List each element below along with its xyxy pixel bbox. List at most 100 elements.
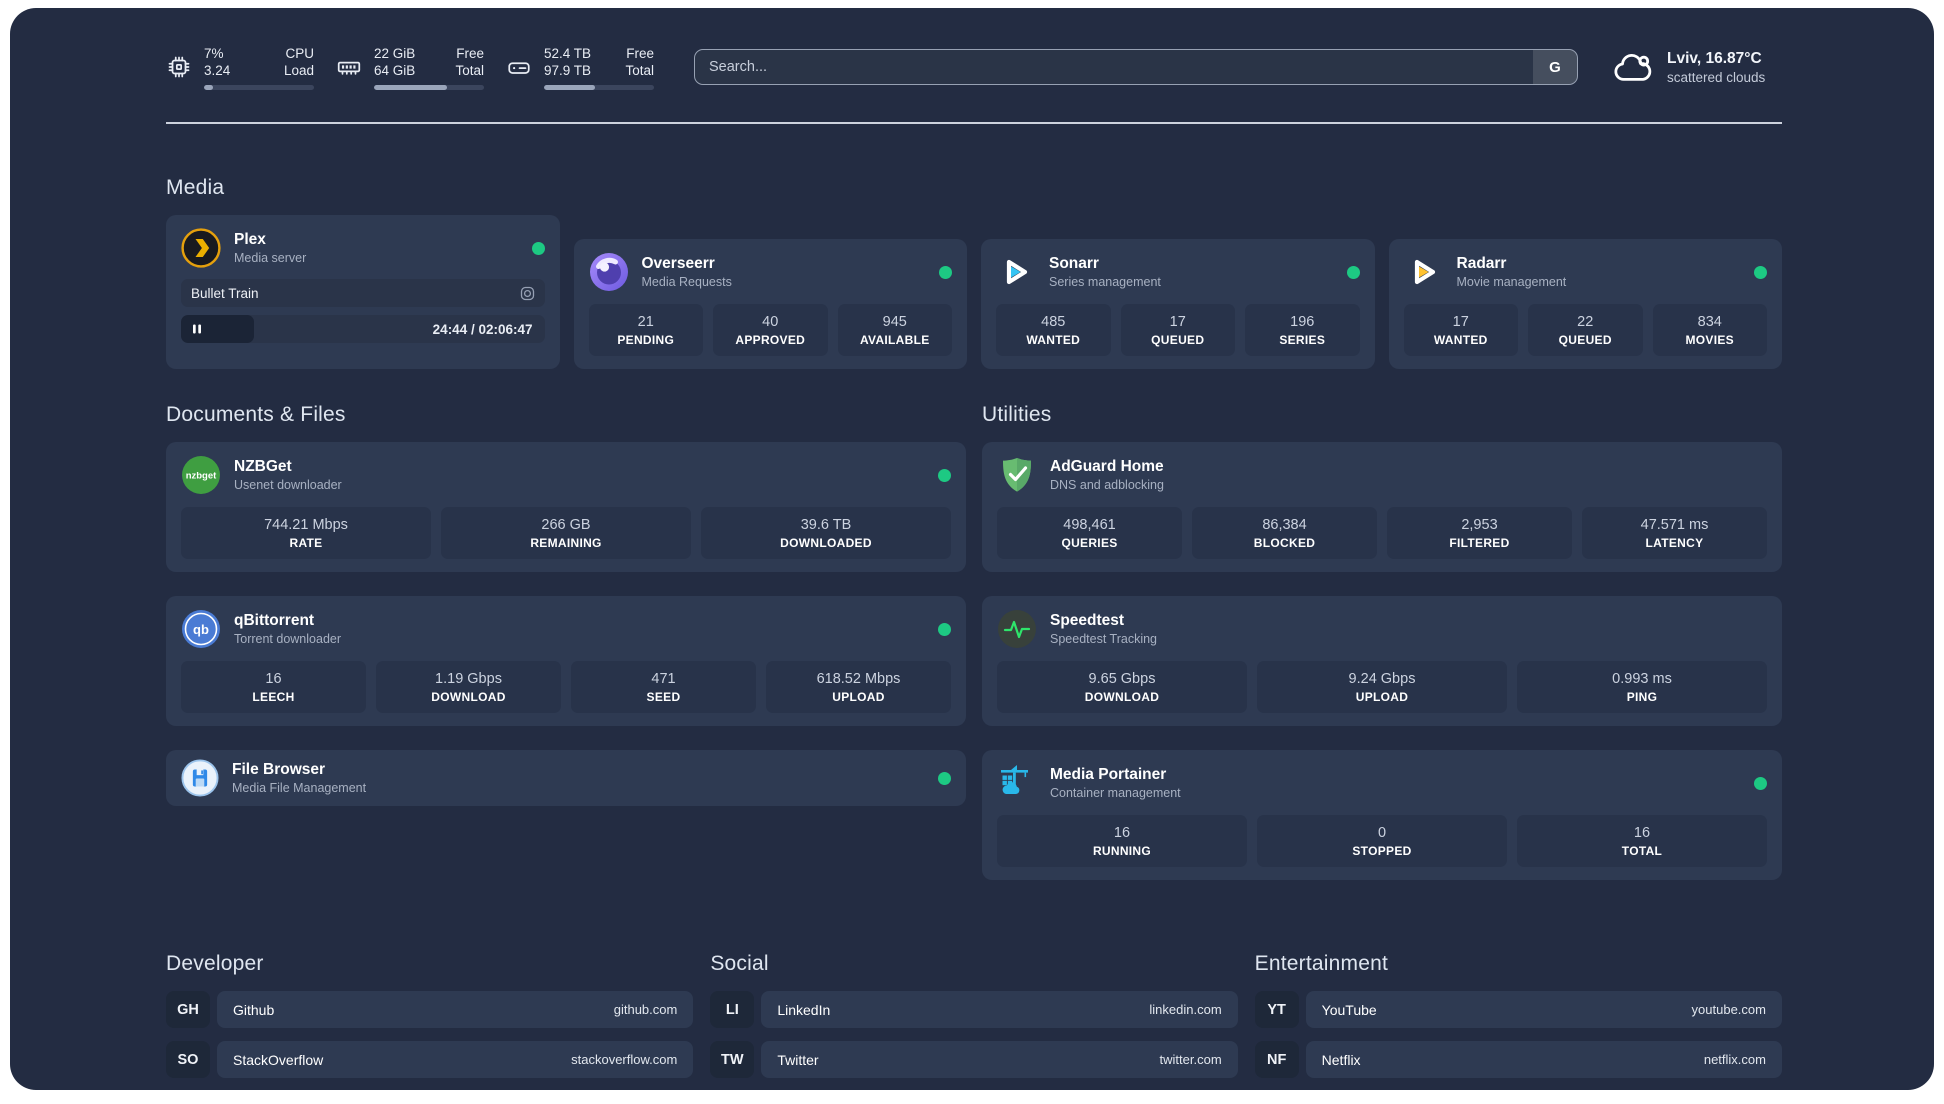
link-url: netflix.com [1703, 1052, 1766, 1067]
stat-wanted: 485 WANTED [996, 304, 1111, 356]
filebrowser-icon [181, 759, 219, 797]
disk-icon [506, 54, 532, 80]
stat-label: SERIES [1279, 333, 1326, 347]
media-player: Bullet Train 24:44 / 02:06:47 [181, 279, 545, 343]
links-section-social: Social LI LinkedIn linkedin.com TW Twitter twi… [710, 952, 1238, 1090]
stat-label: CPU [285, 45, 314, 61]
stat-latency: 47.571 ms LATENCY [1582, 507, 1767, 559]
app-card-speedtest[interactable]: Speedtest Speedtest Tracking 9.65 Gbps DOWN… [982, 596, 1782, 726]
link-name: StackOverflow [233, 1051, 324, 1068]
link-stackoverflow[interactable]: SO StackOverflow stackoverflow.com [166, 1041, 694, 1078]
playback-time: 24:44 / 02:06:47 [432, 321, 533, 337]
stat-label: Load [283, 62, 314, 78]
app-card-nzbget[interactable]: nzbget NZBGet Usenet downloader 744.21 Mbps… [166, 442, 966, 572]
stat-rate: 744.21 Mbps RATE [181, 507, 431, 559]
app-subtitle: Series management [1049, 275, 1161, 289]
stat-value: 16 [265, 671, 282, 687]
svg-text:nzbget: nzbget [186, 471, 217, 482]
link-abbreviation: TW [710, 1041, 755, 1078]
app-card-portainer[interactable]: Media Portainer Container management 16 RUN… [982, 750, 1782, 880]
overseerr-icon [589, 252, 629, 292]
search-input[interactable] [695, 50, 1533, 84]
stat-approved: 40 APPROVED [713, 304, 828, 356]
app-name: Radarr [1456, 255, 1507, 272]
stat-value: 52.4 TB [544, 45, 592, 61]
app-subtitle: Usenet downloader [234, 478, 342, 492]
stat-label: AVAILABLE [859, 333, 930, 347]
app-name: qBittorrent [234, 612, 315, 629]
stat-filtered: 2,953 FILTERED [1387, 507, 1572, 559]
stat-value: 744.21 Mbps [264, 517, 348, 533]
link-url: youtube.com [1691, 1002, 1766, 1017]
pause-icon[interactable] [191, 323, 203, 335]
stat-value: 22 GiB [374, 45, 416, 61]
system-stat-storage: 52.4 TB 97.9 TB Free Total [506, 45, 654, 90]
app-card-sonarr[interactable]: Sonarr Series management 485 WANTED 17 QUEUED… [981, 239, 1375, 369]
status-online-dot [938, 771, 951, 785]
stat-wanted: 17 WANTED [1403, 304, 1518, 356]
link-url: linkedin.com [1149, 1002, 1222, 1017]
app-card-radarr[interactable]: Radarr Movie management 17 WANTED 22 QUEUED 83… [1388, 239, 1782, 369]
app-name: Sonarr [1049, 255, 1099, 272]
stat-value: 21 [637, 314, 654, 330]
stat-value: 97.9 TB [544, 62, 592, 78]
stat-label: BLOCKED [1253, 536, 1316, 550]
stat-value: 47.571 ms [1640, 517, 1709, 533]
app-subtitle: DNS and adblocking [1050, 478, 1164, 492]
link-name: Github [233, 1001, 275, 1018]
search-provider-button[interactable]: G [1533, 50, 1577, 84]
app-card-qbittorrent[interactable]: qb qBittorrent Torrent downloader 16 LEECH 1.… [166, 596, 966, 726]
link-name: YouTube [1321, 1001, 1377, 1018]
stat-value: 39.6 TB [800, 517, 852, 533]
link-abbreviation: YT [1254, 991, 1299, 1028]
stat-label: Free [456, 45, 484, 61]
stat-label: REMAINING [530, 536, 602, 550]
stat-label: MOVIES [1685, 333, 1734, 347]
app-card-plex[interactable]: Plex Media server Bullet Train 24:44 / 02:0… [166, 215, 560, 369]
stat-remaining: 266 GB REMAINING [441, 507, 691, 559]
status-online-dot [1754, 776, 1767, 790]
stat-download: 9.65 Gbps DOWNLOAD [997, 661, 1247, 713]
stat-pending: 21 PENDING [588, 304, 703, 356]
stat-value: 40 [762, 314, 779, 330]
stat-label: DOWNLOADED [780, 536, 872, 550]
stat-stopped: 0 STOPPED [1257, 815, 1507, 867]
stat-value: 2,953 [1461, 517, 1498, 533]
stat-value: 3.24 [204, 62, 231, 78]
link-netflix[interactable]: NF Netflix netflix.com [1254, 1041, 1782, 1078]
progress-bar [204, 84, 314, 90]
stat-value: 86,384 [1262, 517, 1307, 533]
link-github[interactable]: GH Github github.com [166, 991, 694, 1028]
app-card-overseerr[interactable]: Overseerr Media Requests 21 PENDING 40 APPROV… [573, 239, 967, 369]
link-youtube[interactable]: YT YouTube youtube.com [1254, 991, 1782, 1028]
links-section-developer: Developer GH Github github.com SO StackOverfl… [166, 952, 694, 1090]
nzbget-icon: nzbget [181, 455, 221, 495]
stat-download: 1.19 Gbps DOWNLOAD [376, 661, 561, 713]
status-online-dot [1346, 265, 1360, 279]
app-card-adguard[interactable]: AdGuard Home DNS and adblocking 498,461 QUE… [982, 442, 1782, 572]
stat-label: QUEUED [1558, 333, 1612, 347]
stat-value: 17 [1169, 314, 1186, 330]
system-stats: 7% 3.24 CPU Load 22 GiB 64 GiB Free Total 52.4 T… [166, 45, 654, 90]
app-subtitle: Speedtest Tracking [1050, 632, 1158, 646]
system-stat-memory: 22 GiB 64 GiB Free Total [336, 45, 484, 90]
cpu-icon [166, 54, 192, 80]
stat-label: WANTED [1433, 333, 1488, 347]
section-title: Social [710, 952, 769, 975]
app-subtitle: Media server [234, 251, 307, 265]
link-linkedin[interactable]: LI LinkedIn linkedin.com [710, 991, 1238, 1028]
session-icon [520, 286, 535, 301]
stat-label: WANTED [1026, 333, 1081, 347]
status-online-dot [938, 622, 951, 636]
system-stat-cpu: 7% 3.24 CPU Load [166, 45, 314, 90]
stat-value: 196 [1290, 314, 1315, 330]
app-card-filebrowser[interactable]: File Browser Media File Management [166, 750, 966, 806]
stat-value: 834 [1697, 314, 1722, 330]
stat-movies: 834 MOVIES [1652, 304, 1767, 356]
portainer-icon [997, 763, 1037, 803]
link-twitter[interactable]: TW Twitter twitter.com [710, 1041, 1238, 1078]
stat-label: DOWNLOAD [431, 690, 506, 704]
stat-label: UPLOAD [832, 690, 885, 704]
stat-label: UPLOAD [1355, 690, 1409, 704]
link-abbreviation: SO [166, 1041, 210, 1078]
